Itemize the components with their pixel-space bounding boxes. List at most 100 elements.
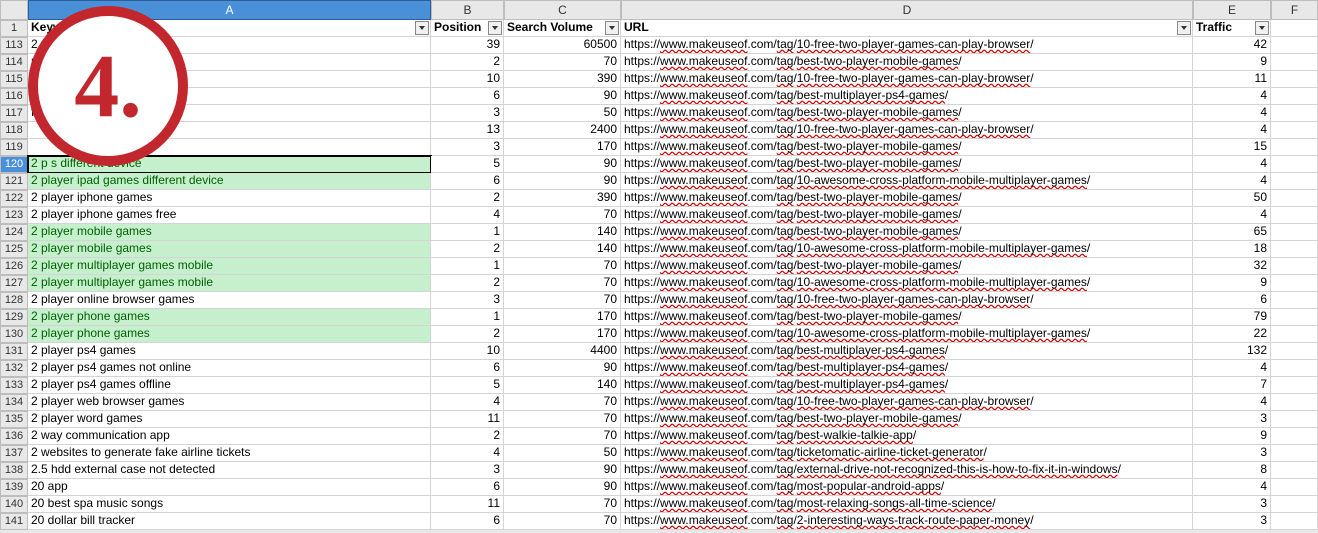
cell-empty[interactable] — [1271, 394, 1318, 411]
cell-url[interactable]: https://www.makeuseof.com/tag/external-d… — [621, 462, 1193, 479]
cell-empty[interactable] — [1271, 88, 1318, 105]
cell-volume[interactable]: 50 — [504, 105, 621, 122]
row-header[interactable]: 130 — [0, 326, 28, 343]
cell-url[interactable]: https://www.makeuseof.com/tag/10-awesome… — [621, 173, 1193, 190]
cell-keyword[interactable]: 2 player iphone games — [28, 190, 431, 207]
cell-volume[interactable]: 4400 — [504, 343, 621, 360]
cell-volume[interactable]: 90 — [504, 173, 621, 190]
cell-volume[interactable]: 60500 — [504, 37, 621, 54]
cell-position[interactable]: 3 — [431, 292, 504, 309]
cell-traffic[interactable]: 9 — [1193, 275, 1271, 292]
cell-keyword[interactable]: 2 player phone games — [28, 309, 431, 326]
cell-url[interactable]: https://www.makeuseof.com/tag/best-multi… — [621, 343, 1193, 360]
cell-url[interactable]: https://www.makeuseof.com/tag/best-two-p… — [621, 224, 1193, 241]
row-header[interactable]: 134 — [0, 394, 28, 411]
cell-volume[interactable]: 90 — [504, 88, 621, 105]
cell-keyword[interactable]: 2 player online browser games — [28, 292, 431, 309]
cell-empty[interactable] — [1271, 292, 1318, 309]
cell-traffic[interactable]: 9 — [1193, 428, 1271, 445]
cell-position[interactable]: 6 — [431, 173, 504, 190]
cell-position[interactable]: 3 — [431, 105, 504, 122]
cell-position[interactable]: 5 — [431, 156, 504, 173]
cell-traffic[interactable]: 3 — [1193, 496, 1271, 513]
header-cell[interactable]: Position — [431, 20, 504, 37]
row-header[interactable]: 120 — [0, 156, 28, 173]
cell-empty[interactable] — [1271, 139, 1318, 156]
cell-position[interactable]: 39 — [431, 37, 504, 54]
cell-traffic[interactable]: 3 — [1193, 513, 1271, 530]
row-header[interactable]: 136 — [0, 428, 28, 445]
col-header-F[interactable]: F — [1271, 0, 1318, 20]
cell-url[interactable]: https://www.makeuseof.com/tag/10-awesome… — [621, 241, 1193, 258]
cell-volume[interactable]: 70 — [504, 54, 621, 71]
filter-dropdown-icon[interactable] — [1255, 21, 1269, 35]
filter-dropdown-icon[interactable] — [415, 21, 429, 35]
cell-volume[interactable]: 2400 — [504, 122, 621, 139]
cell-empty[interactable] — [1271, 37, 1318, 54]
cell-url[interactable]: https://www.makeuseof.com/tag/10-free-tw… — [621, 394, 1193, 411]
cell-position[interactable]: 1 — [431, 309, 504, 326]
cell-url[interactable]: https://www.makeuseof.com/tag/best-two-p… — [621, 139, 1193, 156]
cell-empty[interactable] — [1271, 360, 1318, 377]
cell-volume[interactable]: 70 — [504, 394, 621, 411]
cell-keyword[interactable]: 2 websites to generate fake airline tick… — [28, 445, 431, 462]
cell-url[interactable]: https://www.makeuseof.com/tag/best-two-p… — [621, 190, 1193, 207]
cell-traffic[interactable]: 32 — [1193, 258, 1271, 275]
cell-position[interactable]: 11 — [431, 411, 504, 428]
header-cell[interactable]: Traffic — [1193, 20, 1271, 37]
row-header[interactable]: 132 — [0, 360, 28, 377]
cell-empty[interactable] — [1271, 241, 1318, 258]
cell-position[interactable]: 2 — [431, 326, 504, 343]
cell-url[interactable]: https://www.makeuseof.com/tag/best-two-p… — [621, 105, 1193, 122]
row-header[interactable]: 125 — [0, 241, 28, 258]
cell-position[interactable]: 3 — [431, 462, 504, 479]
cell-traffic[interactable]: 8 — [1193, 462, 1271, 479]
header-cell[interactable]: URL — [621, 20, 1193, 37]
cell-volume[interactable]: 50 — [504, 445, 621, 462]
cell-volume[interactable]: 70 — [504, 258, 621, 275]
cell-volume[interactable]: 70 — [504, 496, 621, 513]
cell-traffic[interactable]: 3 — [1193, 445, 1271, 462]
cell-position[interactable]: 11 — [431, 496, 504, 513]
cell-position[interactable]: 2 — [431, 428, 504, 445]
cell-url[interactable]: https://www.makeuseof.com/tag/best-walki… — [621, 428, 1193, 445]
cell-empty[interactable] — [1271, 207, 1318, 224]
cell-volume[interactable]: 70 — [504, 207, 621, 224]
cell-traffic[interactable]: 7 — [1193, 377, 1271, 394]
cell-keyword[interactable]: 2 player word games — [28, 411, 431, 428]
filter-dropdown-icon[interactable] — [1177, 21, 1191, 35]
filter-dropdown-icon[interactable] — [605, 21, 619, 35]
cell-position[interactable]: 6 — [431, 479, 504, 496]
cell-url[interactable]: https://www.makeuseof.com/tag/best-multi… — [621, 377, 1193, 394]
row-header[interactable]: 133 — [0, 377, 28, 394]
cell-empty[interactable] — [1271, 309, 1318, 326]
cell-traffic[interactable]: 4 — [1193, 207, 1271, 224]
row-header[interactable]: 131 — [0, 343, 28, 360]
cell-traffic[interactable]: 3 — [1193, 411, 1271, 428]
cell-url[interactable]: https://www.makeuseof.com/tag/best-multi… — [621, 360, 1193, 377]
cell-url[interactable]: https://www.makeuseof.com/tag/10-free-tw… — [621, 292, 1193, 309]
cell-traffic[interactable]: 4 — [1193, 394, 1271, 411]
cell-traffic[interactable]: 79 — [1193, 309, 1271, 326]
cell-empty[interactable] — [1271, 462, 1318, 479]
cell-empty[interactable] — [1271, 377, 1318, 394]
cell-keyword[interactable]: 2.5 hdd external case not detected — [28, 462, 431, 479]
cell-traffic[interactable]: 132 — [1193, 343, 1271, 360]
cell-position[interactable]: 2 — [431, 190, 504, 207]
cell-empty[interactable] — [1271, 428, 1318, 445]
cell-empty[interactable] — [1271, 445, 1318, 462]
cell-volume[interactable]: 90 — [504, 462, 621, 479]
cell-empty[interactable] — [1271, 479, 1318, 496]
cell-volume[interactable]: 70 — [504, 275, 621, 292]
cell-traffic[interactable]: 22 — [1193, 326, 1271, 343]
cell-position[interactable]: 1 — [431, 224, 504, 241]
row-header[interactable]: 116 — [0, 88, 28, 105]
cell-empty[interactable] — [1271, 224, 1318, 241]
header-cell[interactable] — [1271, 20, 1318, 37]
cell-url[interactable]: https://www.makeuseof.com/tag/ticketomat… — [621, 445, 1193, 462]
cell-volume[interactable]: 90 — [504, 156, 621, 173]
cell-volume[interactable]: 70 — [504, 411, 621, 428]
cell-traffic[interactable]: 65 — [1193, 224, 1271, 241]
cell-position[interactable]: 5 — [431, 377, 504, 394]
cell-keyword[interactable]: 2 player mobile games — [28, 241, 431, 258]
